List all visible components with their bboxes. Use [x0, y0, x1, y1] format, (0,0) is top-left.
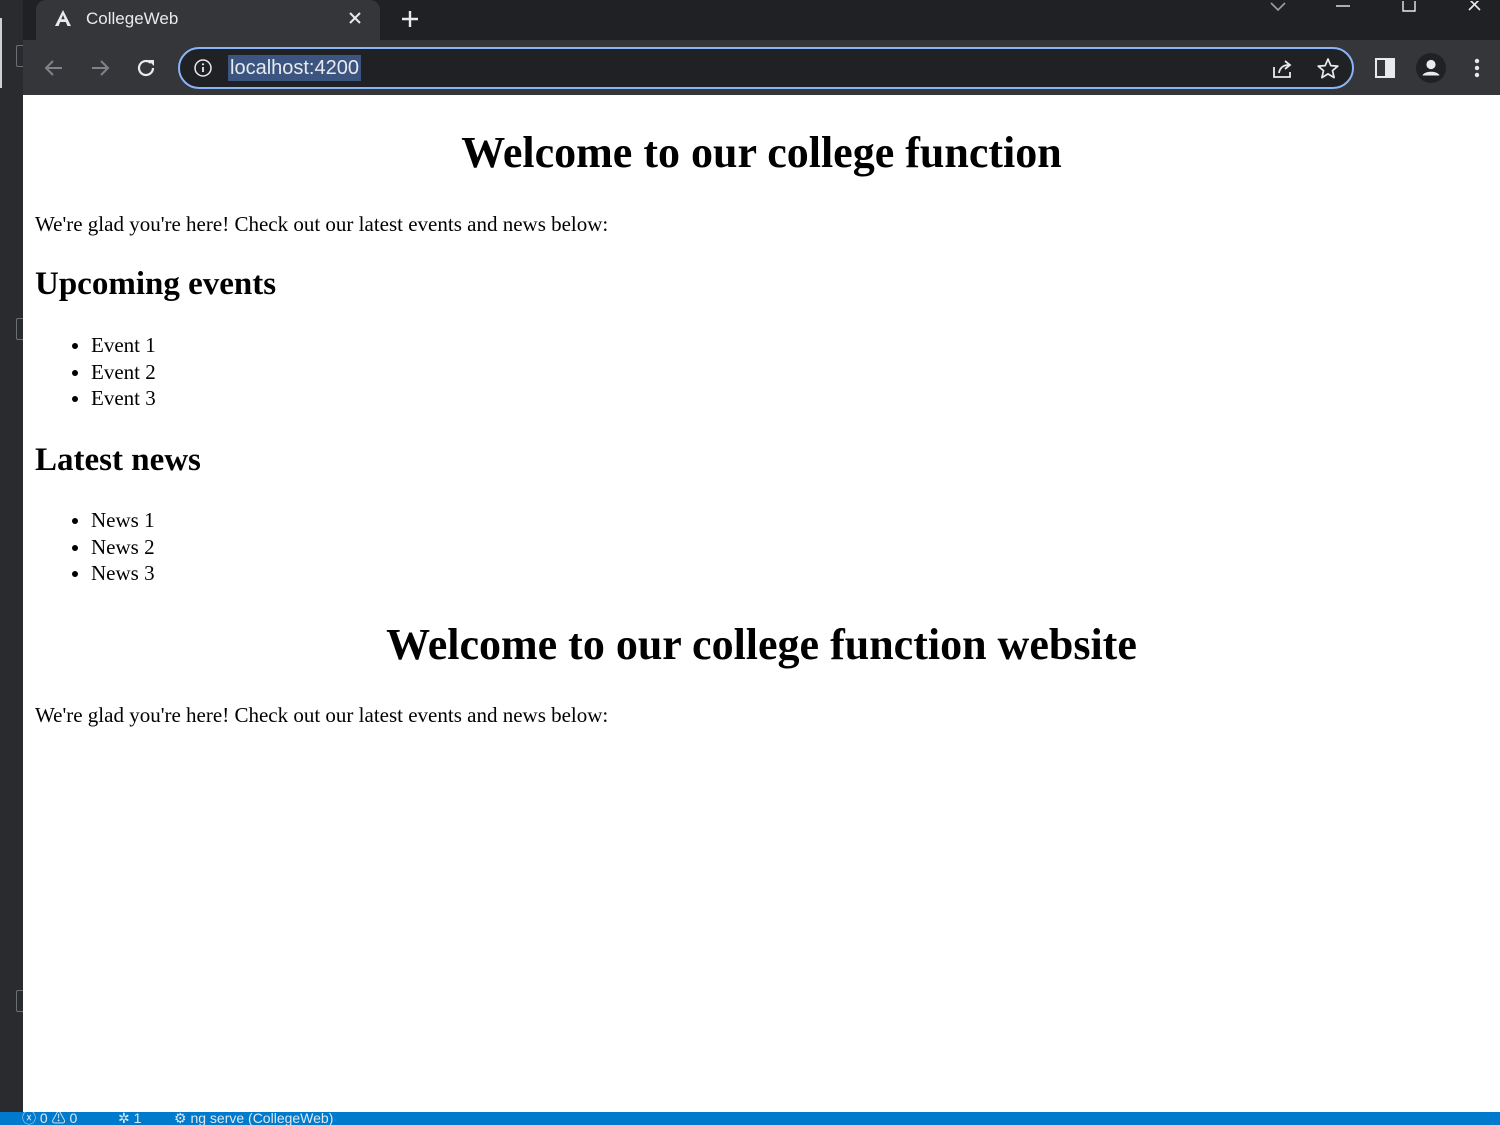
more-menu-icon[interactable]	[1461, 52, 1493, 84]
warning-icon: ⚠	[51, 1112, 66, 1125]
share-icon[interactable]	[1270, 57, 1296, 81]
address-url-text[interactable]: localhost:4200	[228, 55, 361, 81]
warning-count: 0	[69, 1112, 78, 1125]
events-heading: Upcoming events	[35, 266, 277, 302]
forward-arrow-icon[interactable]	[84, 52, 116, 84]
address-bar[interactable]: localhost:4200	[178, 47, 1354, 89]
web-page: Welcome to our college function We're gl…	[23, 95, 1500, 1112]
browser-toolbar: localhost:4200	[23, 40, 1500, 95]
tab-collegeweb[interactable]: CollegeWeb	[36, 0, 380, 40]
site-info-icon[interactable]	[192, 57, 214, 79]
task-icon: ⚙	[174, 1112, 187, 1125]
ports-count: 1	[133, 1112, 142, 1125]
close-window-icon[interactable]	[1455, 0, 1495, 14]
events-list: Event 1 Event 2 Event 3	[91, 332, 156, 412]
minimize-icon[interactable]	[1323, 0, 1363, 14]
explorer-icon[interactable]	[16, 45, 23, 67]
editor-edge	[0, 0, 23, 1112]
bookmark-star-icon[interactable]	[1315, 56, 1341, 82]
intro-paragraph: We're glad you're here! Check out our la…	[35, 212, 609, 236]
new-tab-plus-icon[interactable]	[397, 6, 423, 32]
news-list: News 1 News 2 News 3	[91, 507, 155, 587]
secondary-title: Welcome to our college function website	[386, 620, 1137, 669]
problems-indicator[interactable]: ⓧ 0 ⚠ 0	[22, 1112, 77, 1125]
list-item: News 2	[91, 534, 155, 561]
account-icon[interactable]	[16, 990, 23, 1012]
error-count: 0	[39, 1112, 48, 1125]
page-title: Welcome to our college function	[461, 128, 1062, 177]
list-item: Event 3	[91, 385, 156, 412]
tab-title: CollegeWeb	[86, 9, 179, 28]
editor-status-bar: ⓧ 0 ⚠ 0 ✲ 1 ⚙ ng serve (CollegeWeb)	[0, 1112, 1500, 1125]
news-heading: Latest news	[35, 442, 201, 478]
editor-active-indicator	[0, 18, 2, 88]
angular-favicon-icon	[52, 8, 74, 30]
secondary-intro-paragraph: We're glad you're here! Check out our la…	[35, 703, 609, 727]
back-arrow-icon[interactable]	[38, 52, 70, 84]
extensions-icon[interactable]	[16, 318, 23, 340]
error-icon: ⓧ	[22, 1112, 36, 1125]
task-name: ng serve (CollegeWeb)	[190, 1112, 334, 1125]
ports-icon: ✲	[118, 1112, 130, 1125]
list-item: News 3	[91, 560, 155, 587]
tab-close-icon[interactable]	[344, 7, 366, 29]
tab-strip: CollegeWeb	[23, 0, 1500, 40]
ports-indicator[interactable]: ✲ 1	[118, 1112, 141, 1125]
profile-avatar-icon[interactable]	[1415, 52, 1447, 84]
task-indicator[interactable]: ⚙ ng serve (CollegeWeb)	[174, 1112, 333, 1125]
browser-window: CollegeWeb localhost:4200	[23, 0, 1500, 95]
list-item: News 1	[91, 507, 155, 534]
maximize-icon[interactable]	[1389, 0, 1429, 14]
side-panel-icon[interactable]	[1369, 52, 1401, 84]
reload-icon[interactable]	[130, 52, 162, 84]
list-item: Event 1	[91, 332, 156, 359]
tab-search-chevron-icon[interactable]	[1258, 0, 1298, 14]
list-item: Event 2	[91, 359, 156, 386]
